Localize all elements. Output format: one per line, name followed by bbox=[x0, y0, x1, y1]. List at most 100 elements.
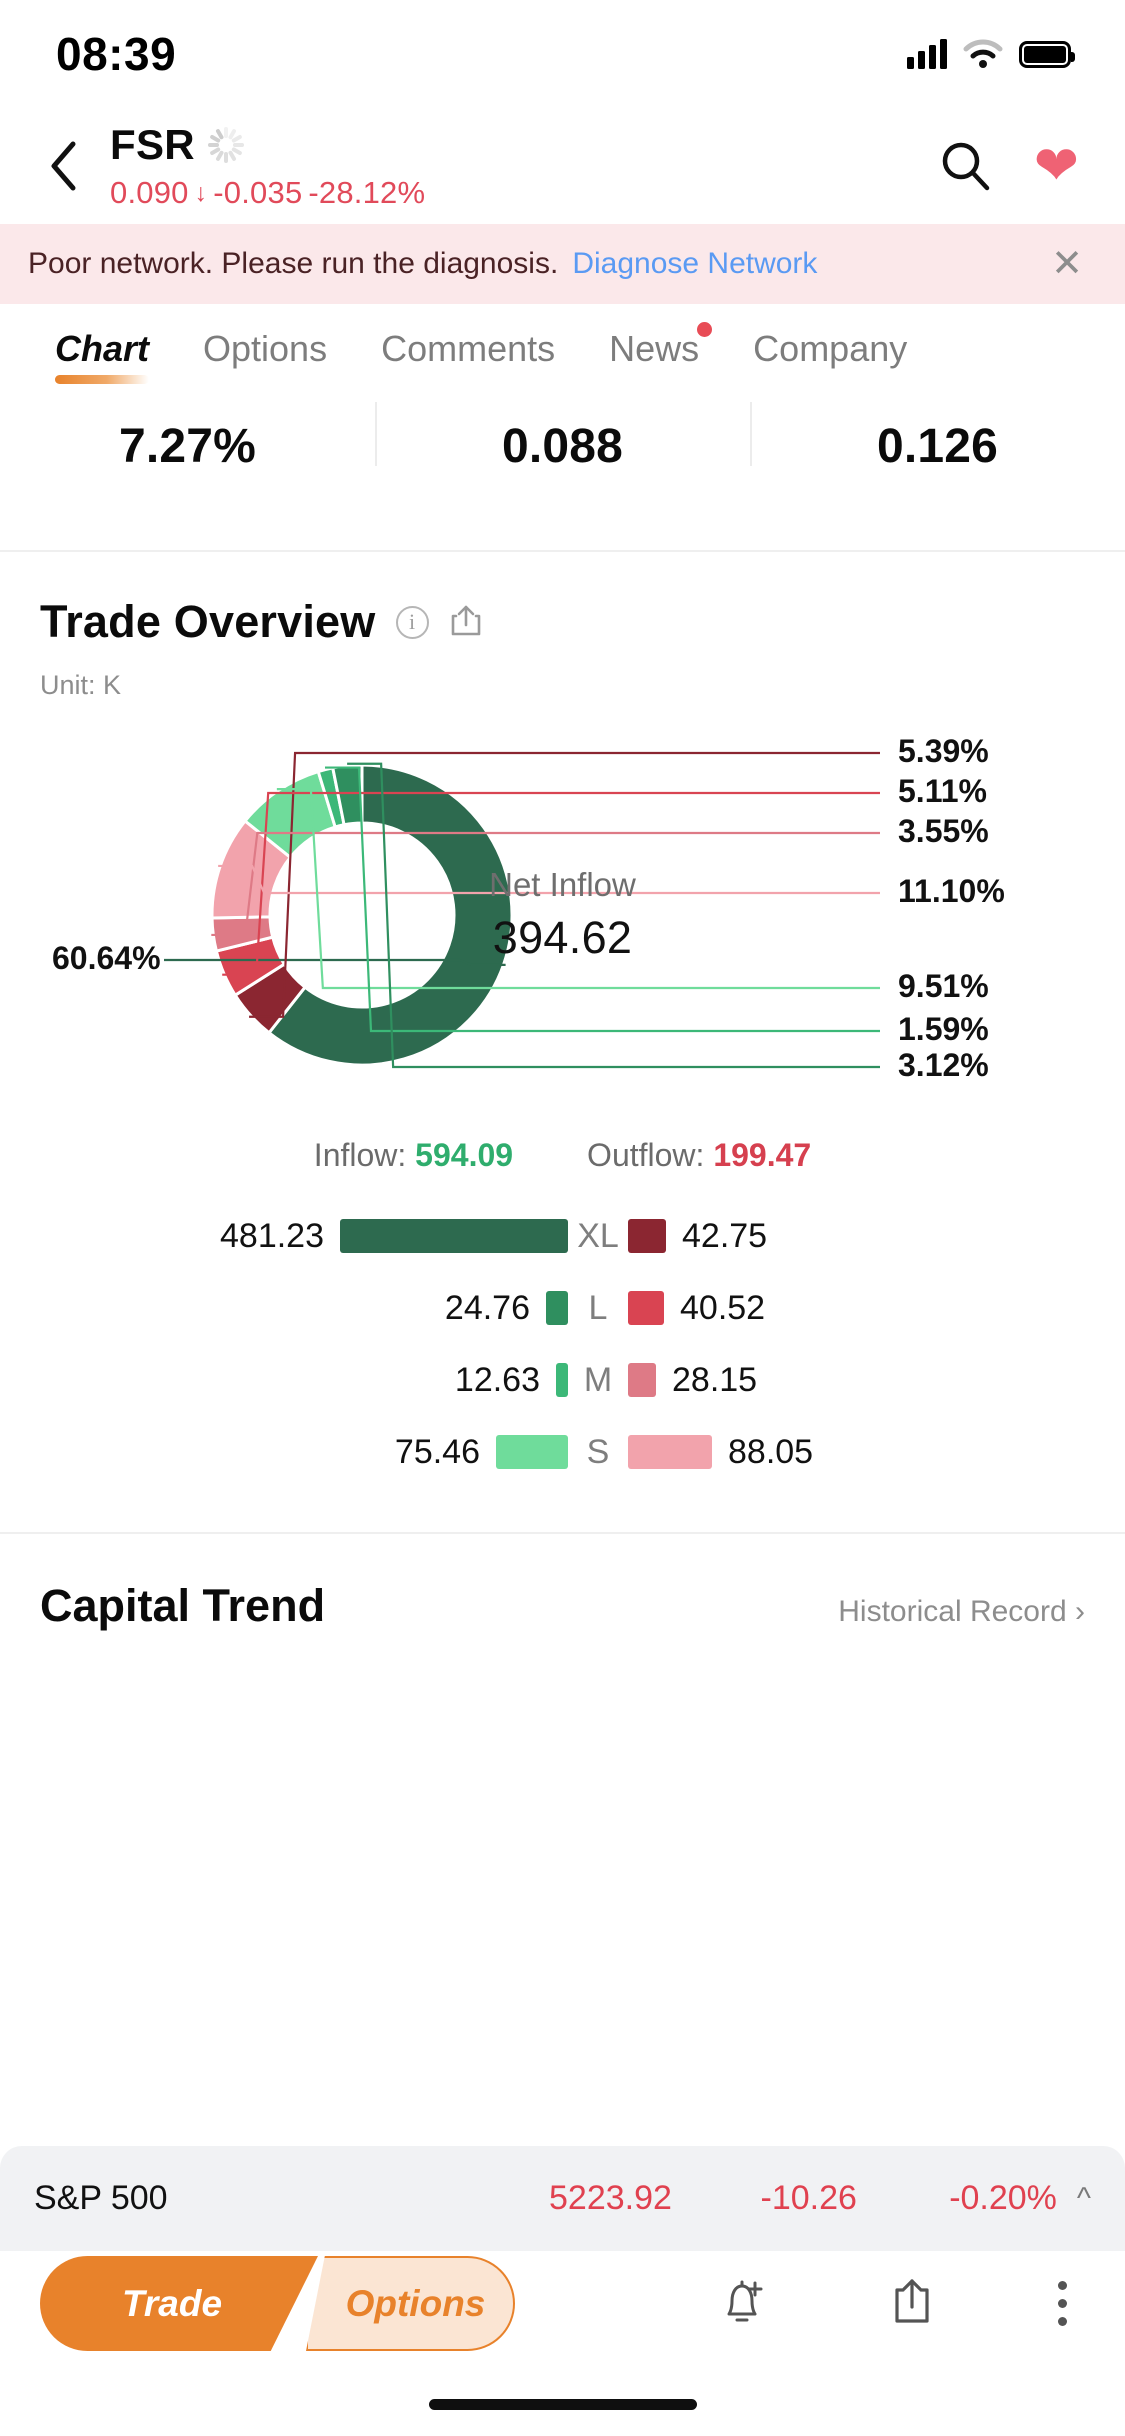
price-row: 0.090 ↓ -0.035 -28.12% bbox=[110, 175, 940, 211]
inflow-label: Inflow: bbox=[313, 1137, 407, 1173]
trade-size-legend: 481.23 XL 42.75 24.76 L 40.52 12.63 M 28.15 75.46… bbox=[0, 1200, 1125, 1488]
index-name: S&P 500 bbox=[34, 2179, 168, 2217]
trade-overview-section: Trade Overview i Unit: K bbox=[0, 552, 1125, 701]
tab-comments[interactable]: Comments bbox=[354, 328, 582, 370]
network-banner: Poor network. Please run the diagnosis. … bbox=[0, 224, 1125, 304]
index-change: -10.26 bbox=[760, 2179, 857, 2217]
donut-center-text: Net Inflow 394.62 bbox=[413, 866, 713, 964]
legend-inflow-value: 24.76 bbox=[444, 1288, 530, 1327]
chart-unit-label: Unit: K bbox=[40, 670, 122, 700]
donut-center-label: Net Inflow bbox=[489, 866, 636, 903]
donut-center-value: 394.62 bbox=[492, 912, 633, 963]
legend-row: 75.46 S 88.05 bbox=[36, 1416, 1089, 1488]
tab-news-label: News bbox=[609, 328, 700, 369]
bell-add-icon[interactable] bbox=[718, 2274, 766, 2333]
tab-chart[interactable]: Chart bbox=[28, 328, 176, 384]
diagnose-network-link[interactable]: Diagnose Network bbox=[572, 247, 817, 281]
donut-slice-label: 9.51% bbox=[898, 968, 989, 1004]
options-button[interactable]: Options bbox=[306, 2256, 515, 2351]
legend-inflow-value: 75.46 bbox=[394, 1432, 480, 1471]
tab-comments-label: Comments bbox=[381, 328, 556, 369]
legend-outflow-value: 28.15 bbox=[672, 1360, 758, 1399]
legend-category-label: S bbox=[586, 1432, 610, 1471]
heart-icon[interactable]: ❤ bbox=[1034, 139, 1079, 193]
info-icon[interactable]: i bbox=[395, 605, 429, 639]
flow-summary: Inflow: 594.09 Outflow: 199.47 bbox=[0, 1137, 1125, 1174]
donut-slice-label: 1.59% bbox=[898, 1011, 989, 1047]
close-icon[interactable]: ✕ bbox=[1051, 245, 1083, 283]
index-ticker-bar[interactable]: S&P 500 5223.92 -10.26 -0.20% ^ bbox=[0, 2146, 1125, 2251]
legend-outflow-bar bbox=[628, 1363, 656, 1397]
tab-options-label: Options bbox=[203, 328, 328, 369]
back-button[interactable] bbox=[28, 131, 98, 201]
share-icon[interactable] bbox=[888, 2274, 936, 2333]
quote-stats-strip: 7.27% 0.088 0.126 bbox=[0, 388, 1125, 480]
legend-category-label: L bbox=[588, 1288, 608, 1327]
stat-value: 7.27% bbox=[118, 420, 257, 473]
index-value: 5223.92 bbox=[549, 2179, 672, 2217]
price-change-pct: -28.12% bbox=[308, 175, 426, 210]
donut-slice-label: 11.10% bbox=[898, 873, 1005, 909]
tab-news[interactable]: News bbox=[582, 322, 726, 370]
trade-overview-donut-chart: Net Inflow 394.62 60.64% 5.39% 5.11% 3.55% 1… bbox=[0, 715, 1125, 1115]
home-indicator bbox=[428, 2399, 697, 2410]
inflow-value: 594.09 bbox=[415, 1137, 514, 1173]
legend-row: 12.63 M 28.15 bbox=[36, 1344, 1089, 1416]
search-icon[interactable] bbox=[940, 140, 992, 192]
historical-record-link[interactable]: Historical Record › bbox=[838, 1595, 1085, 1629]
share-icon[interactable] bbox=[449, 603, 483, 642]
stat-item: 7.27% bbox=[0, 388, 375, 480]
cellular-signal-icon bbox=[907, 39, 947, 69]
legend-category-label: M bbox=[583, 1360, 613, 1399]
stat-item: 0.126 bbox=[750, 388, 1125, 480]
capital-trend-section: Capital Trend Historical Record › bbox=[0, 1534, 1125, 1632]
donut-slice-label: 3.12% bbox=[898, 1047, 989, 1083]
legend-inflow-side: 481.23 bbox=[36, 1217, 568, 1256]
wifi-icon bbox=[963, 39, 1003, 68]
trade-button[interactable]: Trade bbox=[40, 2256, 318, 2351]
inflow-summary: Inflow: 594.09 bbox=[314, 1137, 513, 1174]
loading-spinner-icon bbox=[207, 127, 244, 163]
price-change: -0.035 bbox=[213, 175, 303, 210]
banner-message: Poor network. Please run the diagnosis. bbox=[28, 247, 559, 280]
outflow-label: Outflow: bbox=[587, 1137, 705, 1173]
tab-company[interactable]: Company bbox=[726, 328, 934, 370]
legend-outflow-bar bbox=[628, 1435, 712, 1469]
legend-inflow-bar bbox=[496, 1435, 568, 1469]
status-bar: 08:39 bbox=[0, 0, 1125, 108]
down-arrow-icon: ↓ bbox=[194, 178, 208, 207]
legend-outflow-side: 42.75 bbox=[628, 1217, 1089, 1256]
news-badge-dot-icon bbox=[697, 322, 713, 337]
stat-value: 0.126 bbox=[876, 420, 999, 473]
battery-icon bbox=[1019, 40, 1075, 68]
chevron-left-icon bbox=[51, 141, 76, 191]
tab-active-underline bbox=[55, 375, 150, 384]
legend-row: 481.23 XL 42.75 bbox=[36, 1200, 1089, 1272]
chevron-up-icon[interactable]: ^ bbox=[1077, 2182, 1091, 2216]
outflow-summary: Outflow: 199.47 bbox=[587, 1137, 811, 1174]
donut-slice-label: 5.39% bbox=[898, 733, 989, 769]
header-ticker-block[interactable]: FSR 0.090 ↓ -0.035 -28.12% bbox=[98, 121, 940, 211]
legend-outflow-value: 88.05 bbox=[728, 1432, 814, 1471]
bottom-toolbar: Trade Options bbox=[0, 2251, 1125, 2356]
trade-overview-header: Trade Overview i bbox=[40, 596, 1085, 648]
header-actions: ❤ bbox=[940, 139, 1079, 193]
status-time: 08:39 bbox=[56, 28, 177, 80]
legend-category-label: XL bbox=[577, 1216, 619, 1255]
toolbar-icons bbox=[718, 2274, 1081, 2333]
index-values: 5223.92 -10.26 -0.20% bbox=[442, 2179, 1057, 2218]
page-title: Trade Overview bbox=[40, 596, 376, 647]
legend-inflow-side: 24.76 bbox=[36, 1289, 568, 1328]
capital-trend-title: Capital Trend bbox=[40, 1580, 326, 1631]
index-change-pct: -0.20% bbox=[949, 2179, 1057, 2217]
outflow-value: 199.47 bbox=[713, 1137, 812, 1173]
donut-slice-label: 3.55% bbox=[898, 813, 989, 849]
trade-options-segmented-button: Trade Options bbox=[40, 2256, 515, 2351]
more-vertical-icon[interactable] bbox=[1058, 2281, 1067, 2326]
app-header: FSR 0.090 ↓ -0.035 -28.12% ❤ bbox=[0, 108, 1125, 224]
legend-outflow-side: 28.15 bbox=[628, 1361, 1089, 1400]
stat-value: 0.088 bbox=[501, 420, 624, 473]
legend-outflow-bar bbox=[628, 1291, 664, 1325]
legend-outflow-value: 40.52 bbox=[680, 1288, 766, 1327]
tab-options[interactable]: Options bbox=[176, 328, 354, 370]
